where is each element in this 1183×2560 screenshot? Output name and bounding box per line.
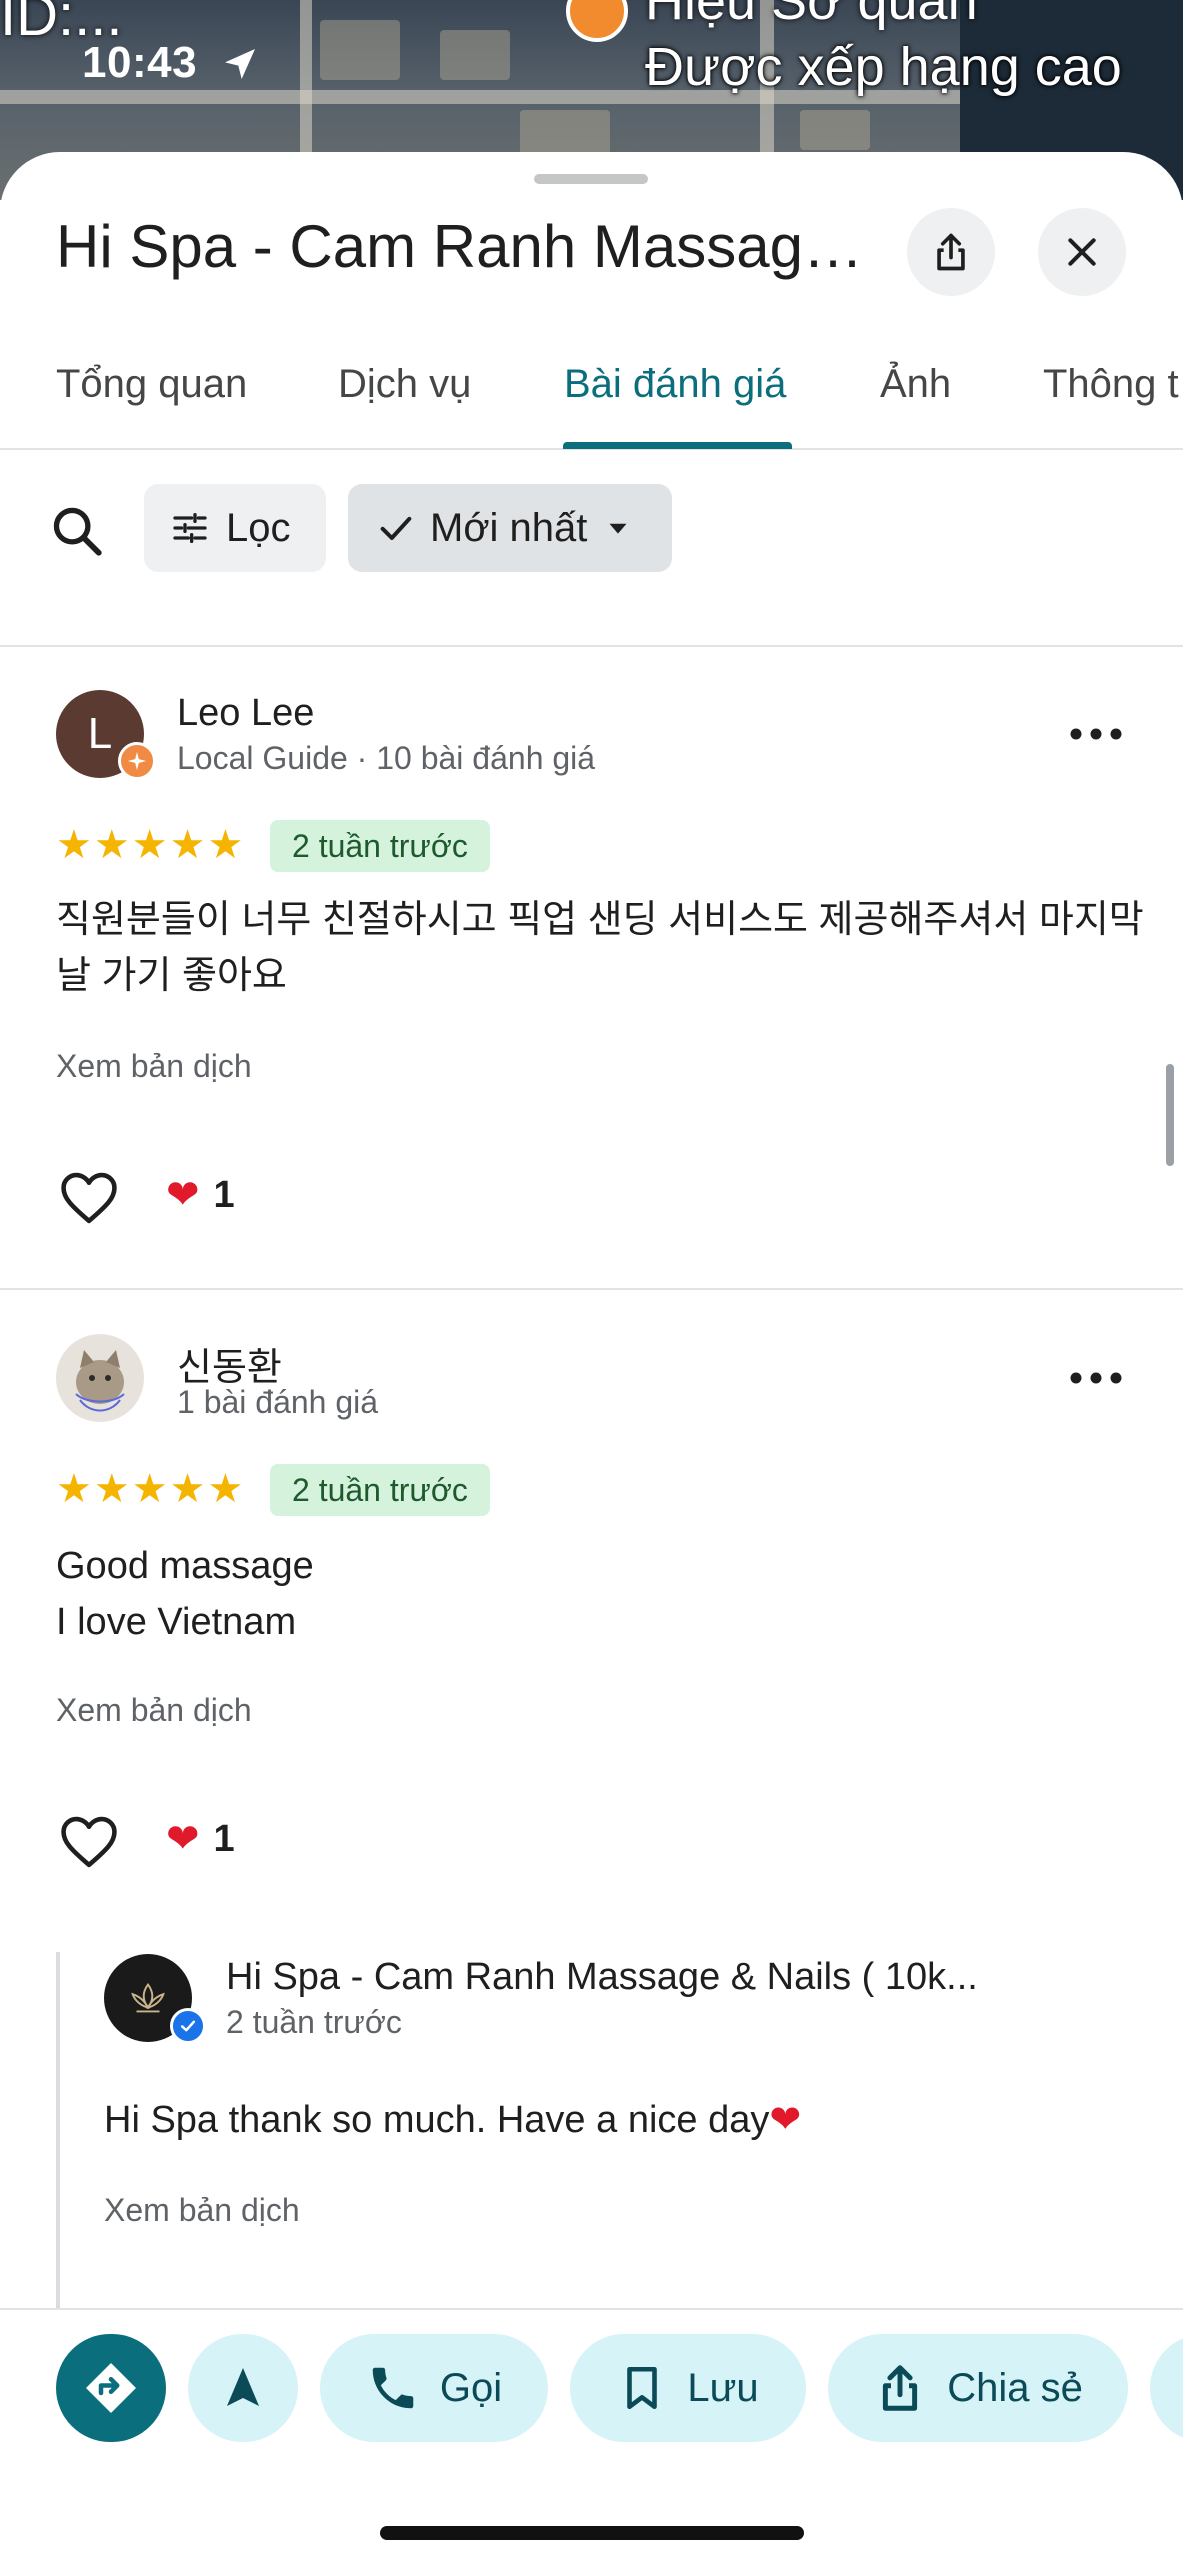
sort-label: Mới nhất [430,505,588,550]
close-button[interactable] [1038,208,1126,296]
red-heart-icon: ❤ [769,2099,802,2141]
active-tab-indicator [563,442,792,449]
owner-reply-message: Hi Spa thank so much. Have a nice day [104,2099,770,2141]
local-guide-badge-icon [118,742,156,780]
lotus-logo-icon [131,1982,165,2013]
more-options-icon[interactable] [1066,724,1126,744]
red-heart-icon: ❤ [166,1817,200,1861]
filter-label: Lọc [226,505,291,550]
share-icon [937,233,965,271]
tune-icon [173,513,207,543]
bookmark-icon [627,2366,658,2410]
navigation-arrow-icon [227,2368,259,2406]
reviewer-meta: Local Guide · 10 bài đánh giá [177,740,596,776]
star-rating: ★★★★★ [56,1467,246,1511]
review-divider [0,1288,1183,1290]
review-text-line: I love Vietnam [56,1601,297,1643]
bottom-action-bar: Gọi Lưu Chia sẻ [0,2308,1183,2560]
search-icon[interactable] [48,502,106,560]
translate-link[interactable]: Xem bản dịch [104,2192,300,2229]
save-button[interactable]: Lưu [570,2334,806,2442]
call-label: Gọi [439,2365,503,2410]
star-rating: ★★★★★ [56,823,246,867]
review-time-badge: 2 tuần trước [270,820,490,872]
tab-services[interactable]: Dịch vụ [338,352,471,450]
reviewer-name[interactable]: Leo Lee [177,692,314,735]
drag-handle[interactable] [534,174,648,184]
cat-avatar-icon [75,1350,125,1412]
restaurant-pin-icon[interactable] [566,0,628,42]
share-label: Chia sẻ [947,2365,1083,2410]
verified-badge-icon [170,2008,206,2044]
like-heart-icon[interactable] [58,1170,120,1226]
sort-chip[interactable]: Mới nhất [348,484,672,572]
tab-photos[interactable]: Ảnh [880,352,951,450]
reviewer-name[interactable]: 신동환 [177,1336,282,1391]
review-text-line: 날 가기 좋아요 [56,955,287,997]
tab-overview[interactable]: Tổng quan [56,352,247,450]
owner-reply-time: 2 tuần trước [226,2004,402,2040]
start-navigation-button[interactable] [188,2334,298,2442]
home-indicator[interactable] [380,2526,804,2540]
reviewer-meta: 1 bài đánh giá [177,1384,379,1420]
review-text-line: 직원분들이 너무 친절하시고 픽업 샌딩 서비스도 제공해주셔서 마지막 [56,899,1144,941]
directions-button[interactable] [56,2334,166,2442]
scrollbar[interactable] [1166,1064,1174,1166]
tab-info[interactable]: Thông t [1043,352,1179,450]
reply-thread-line [56,1952,60,2312]
map-place-label[interactable]: Hiệu Sờ quán [645,0,978,32]
owner-reply-text: Hi Spa thank so much. Have a nice day❤ [104,2092,801,2148]
avatar-letter: L [87,709,113,758]
place-title: Hi Spa - Cam Ranh Massage... [56,213,876,280]
call-button[interactable]: Gọi [320,2334,548,2442]
save-label: Lưu [687,2365,759,2410]
more-actions-button[interactable] [1150,2334,1183,2442]
like-heart-icon[interactable] [58,1814,120,1870]
like-count: 1 [213,1173,235,1216]
directions-icon [86,2363,136,2413]
dropdown-arrow-icon [609,523,627,534]
section-divider [0,645,1183,647]
tab-bar: Tổng quan Dịch vụ Bài đánh giá Ảnh Thông… [0,352,1183,450]
close-icon [1068,238,1096,266]
tab-reviews[interactable]: Bài đánh giá [564,352,786,450]
heart-reaction-count: ❤ 1 [166,1172,235,1218]
map-rating-label[interactable]: Được xếp hạng cao [645,36,1122,98]
share-button[interactable] [907,208,995,296]
phone-icon [372,2367,414,2409]
owner-name[interactable]: Hi Spa - Cam Ranh Massage & Nails ( 10k.… [226,1956,1066,1999]
avatar[interactable] [56,1334,144,1422]
share-action-button[interactable]: Chia sẻ [828,2334,1128,2442]
heart-reaction-count: ❤ 1 [166,1816,235,1862]
status-time: 10:43 [82,38,198,87]
review-time-badge: 2 tuần trước [270,1464,490,1516]
share-icon [883,2365,918,2411]
more-options-icon[interactable] [1066,1368,1126,1388]
location-arrow-icon [225,49,255,79]
red-heart-icon: ❤ [166,1173,200,1217]
review-text-line: Good massage [56,1545,314,1587]
check-icon [380,516,412,540]
like-count: 1 [213,1817,235,1860]
translate-link[interactable]: Xem bản dịch [56,1692,252,1729]
translate-link[interactable]: Xem bản dịch [56,1048,252,1085]
filter-chip[interactable]: Lọc [144,484,326,572]
